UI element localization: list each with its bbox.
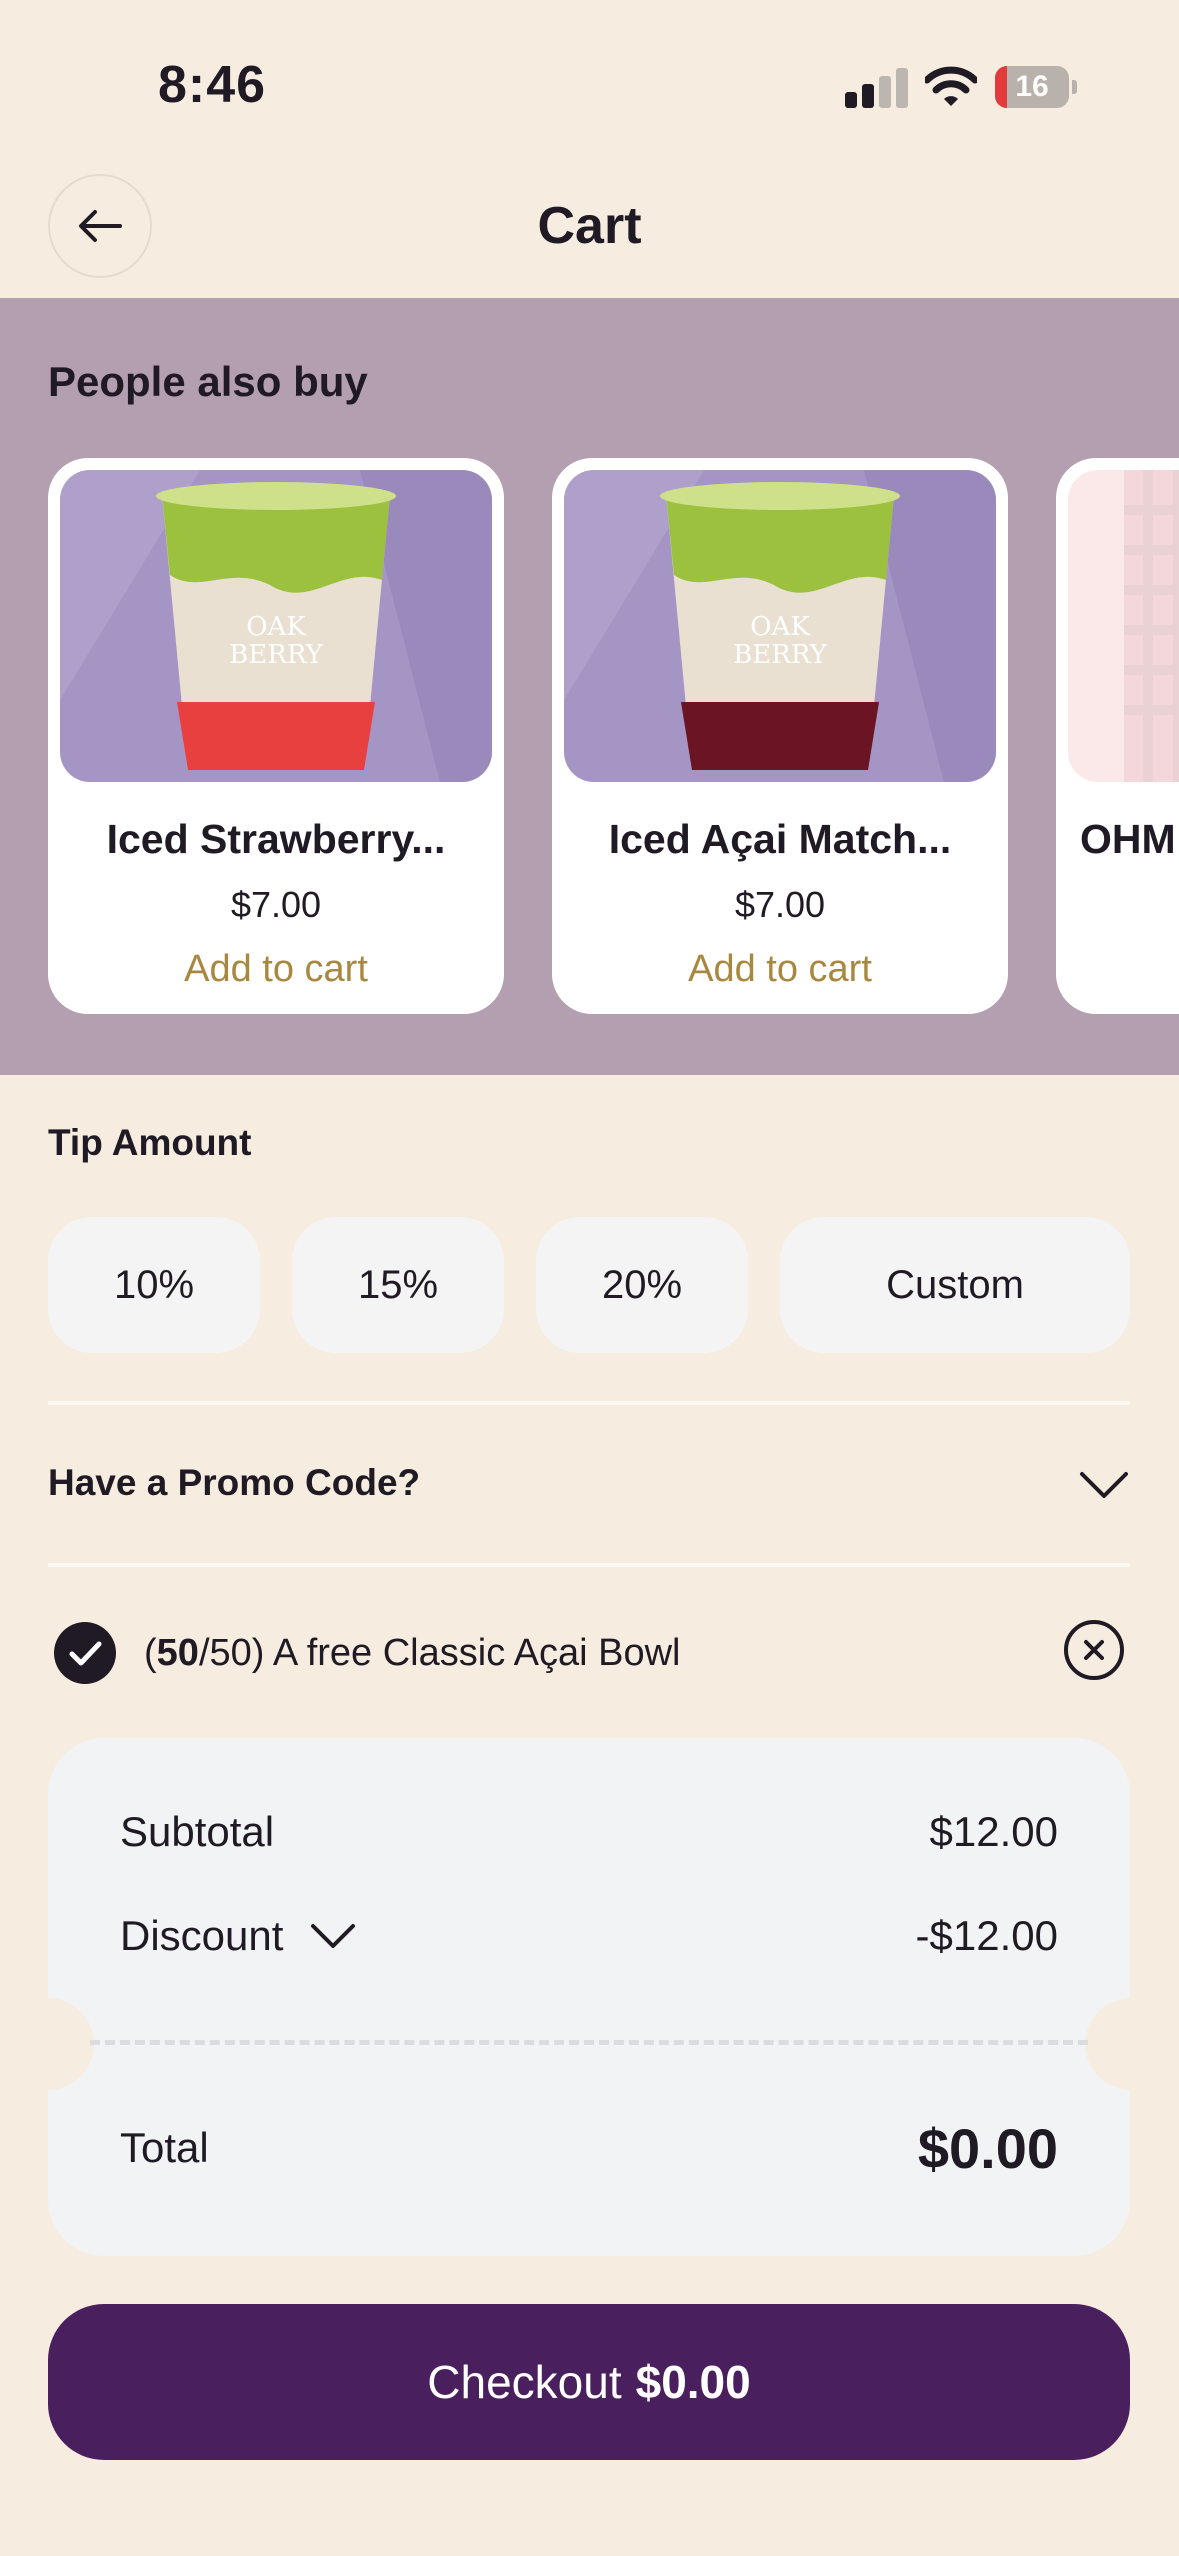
checkout-amount: $0.00	[635, 2356, 751, 2408]
product-image: OAK BERRY	[60, 470, 492, 782]
reward-description: A free Classic Açai Bowl	[272, 1632, 681, 1674]
subtotal-value: $12.00	[929, 1808, 1058, 1855]
total-value: $0.00	[917, 2117, 1058, 2180]
close-icon	[1084, 1640, 1104, 1660]
checkout-label: Checkout	[427, 2356, 622, 2408]
battery-level: 16	[1015, 70, 1049, 103]
remove-reward-button[interactable]	[1064, 1620, 1124, 1680]
chevron-down-icon	[1080, 1472, 1128, 1498]
product-card[interactable]: OHM	[1056, 458, 1179, 1014]
product-name: OHM	[1080, 816, 1176, 862]
section-title: People also buy	[48, 358, 368, 405]
product-bottom-layer	[177, 702, 375, 770]
logo-text-line2: BERRY	[229, 640, 323, 670]
product-bottom-layer	[681, 702, 879, 770]
status-bar: 8:46 16	[0, 0, 1179, 160]
product-image	[1068, 470, 1179, 782]
people-also-buy-section: People also buy OAK BERRY Iced Strawberr…	[0, 298, 1179, 1075]
ticket-notch-left	[2, 1998, 94, 2090]
product-price: $7.00	[230, 884, 322, 925]
reward-count: 50	[156, 1632, 199, 1674]
header: Cart	[0, 160, 1179, 300]
promo-code-label: Have a Promo Code?	[48, 1462, 421, 1503]
page-title: Cart	[537, 197, 642, 255]
wifi-icon	[925, 66, 977, 106]
tip-option-15[interactable]: 15%	[292, 1217, 504, 1353]
product-card[interactable]: OAK BERRY Iced Strawberry... $7.00 Add t…	[48, 458, 504, 1014]
promo-code-toggle[interactable]: Have a Promo Code?	[48, 1440, 1130, 1530]
battery-icon: 16	[995, 66, 1077, 108]
applied-reward-text: (50/50) A free Classic Açai Bowl	[144, 1632, 681, 1675]
order-summary: Subtotal $12.00 Discount -$12.00 Total $…	[48, 1738, 1130, 2256]
discount-label: Discount	[120, 1912, 284, 1959]
discount-toggle[interactable]: Discount	[120, 1912, 357, 1960]
product-name: Iced Açai Match...	[608, 816, 952, 862]
product-name: Iced Strawberry...	[106, 816, 446, 862]
dashed-separator	[90, 2040, 1088, 2045]
status-time: 8:46	[158, 56, 267, 114]
chevron-down-icon	[311, 1924, 356, 1948]
checkmark-icon	[54, 1622, 116, 1684]
total-label: Total	[120, 2124, 209, 2171]
logo-text-line1: OAK	[246, 612, 306, 642]
tip-option-20[interactable]: 20%	[536, 1217, 748, 1353]
checkout-button[interactable]: Checkout $0.00	[48, 2304, 1130, 2460]
logo-text-line2: BERRY	[733, 640, 827, 670]
discount-value: -$12.00	[915, 1912, 1058, 1959]
product-price: $7.00	[734, 884, 826, 925]
subtotal-label: Subtotal	[120, 1808, 275, 1855]
reward-paren: (	[144, 1632, 157, 1674]
tip-option-custom[interactable]: Custom	[780, 1217, 1130, 1353]
cellular-signal-icon	[845, 68, 908, 108]
divider	[48, 1401, 1130, 1405]
add-to-cart-button[interactable]: Add to cart	[552, 948, 1008, 991]
tip-amount-label: Tip Amount	[48, 1122, 252, 1163]
applied-reward: (50/50) A free Classic Açai Bowl	[48, 1618, 1130, 1688]
reward-count-total: /50)	[198, 1632, 265, 1674]
ticket-notch-right	[1085, 1998, 1177, 2090]
tip-option-10[interactable]: 10%	[48, 1217, 260, 1353]
add-to-cart-button[interactable]: Add to cart	[48, 948, 504, 991]
divider	[48, 1563, 1130, 1567]
logo-text-line1: OAK	[750, 612, 810, 642]
product-card[interactable]: OAK BERRY Iced Açai Match... $7.00 Add t…	[552, 458, 1008, 1014]
product-image: OAK BERRY	[564, 470, 996, 782]
